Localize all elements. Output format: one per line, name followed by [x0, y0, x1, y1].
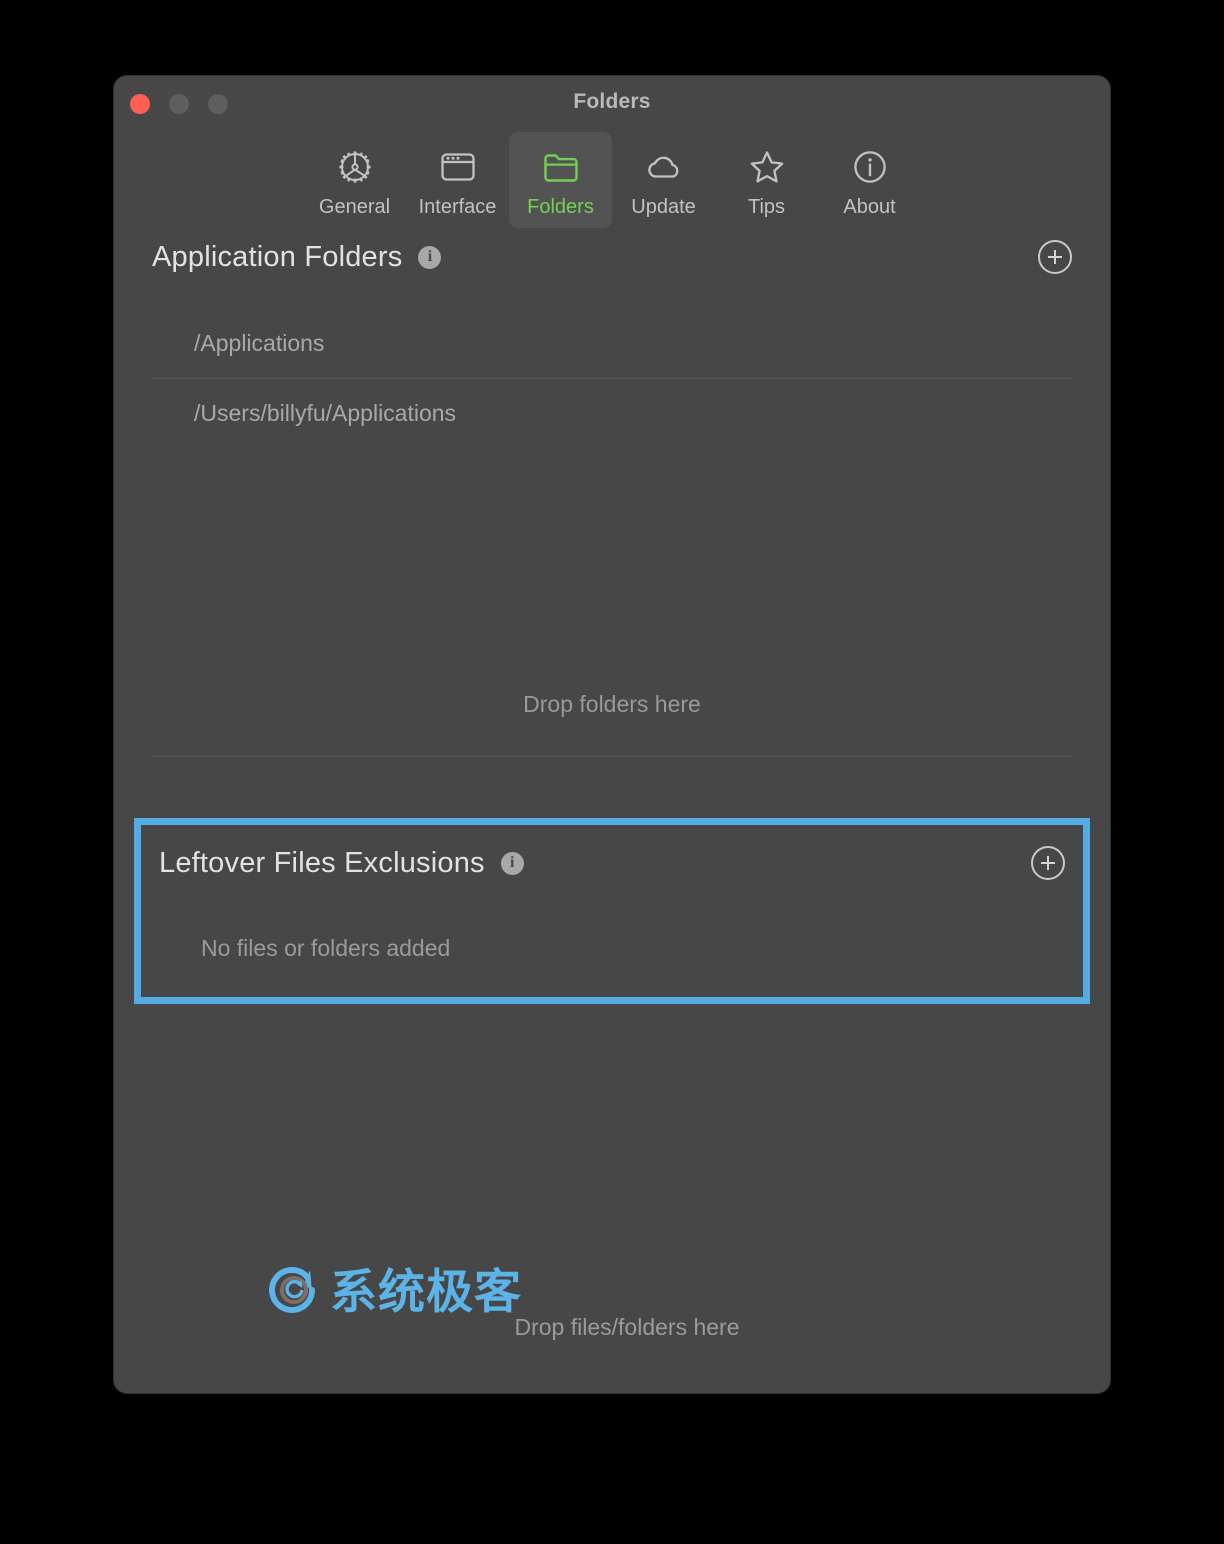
tab-interface[interactable]: Interface: [406, 132, 509, 228]
folder-icon: [540, 146, 582, 188]
tab-update-label: Update: [631, 196, 696, 218]
application-folders-drop-hint: Drop folders here: [523, 691, 701, 717]
application-folders-title: Application Folders: [152, 240, 403, 273]
tab-general-label: General: [318, 196, 391, 218]
window-icon: [437, 146, 479, 188]
preferences-content: Application Folders i /Applications /Use…: [114, 228, 1110, 757]
tab-interface-label: Interface: [418, 196, 497, 218]
window-title: Folders: [573, 90, 651, 113]
cloud-icon: [643, 146, 685, 188]
info-circle-icon: [849, 146, 891, 188]
leftover-exclusions-title: Leftover Files Exclusions: [159, 846, 485, 879]
add-exclusion-button[interactable]: [1031, 846, 1065, 880]
info-icon[interactable]: i: [500, 851, 524, 875]
tab-general[interactable]: General: [303, 132, 406, 228]
leftover-exclusions-inner: Leftover Files Exclusions i No files or …: [141, 825, 1083, 997]
footer-drop-hint: Drop files/folders here: [514, 1314, 740, 1340]
tab-folders-label: Folders: [527, 196, 594, 218]
window-titlebar: Folders: [114, 76, 1110, 130]
tab-tips-label: Tips: [747, 196, 786, 218]
tab-tips[interactable]: Tips: [715, 132, 818, 228]
tab-update[interactable]: Update: [612, 132, 715, 228]
add-application-folder-button[interactable]: [1038, 240, 1072, 274]
tab-folders[interactable]: Folders: [509, 132, 612, 228]
gear-icon: [334, 146, 376, 188]
list-item[interactable]: /Applications: [152, 308, 1072, 378]
leftover-exclusions-header: Leftover Files Exclusions i: [159, 825, 1065, 901]
preferences-window: Folders General Interface Folders Update…: [114, 76, 1110, 1393]
star-icon: [746, 146, 788, 188]
leftover-exclusions-section: Leftover Files Exclusions i No files or …: [134, 818, 1090, 1004]
watermark-text: 系统极客: [330, 1265, 522, 1320]
tab-about-label: About: [843, 196, 896, 218]
application-folders-header: Application Folders i: [152, 228, 1072, 286]
preferences-toolbar: General Interface Folders Update Tips Ab…: [114, 132, 1110, 228]
tab-about[interactable]: About: [818, 132, 921, 228]
section-divider: [152, 756, 1072, 757]
list-item[interactable]: /Users/billyfu/Applications: [152, 378, 1072, 448]
leftover-exclusions-empty-message: No files or folders added: [201, 935, 451, 961]
application-folders-list: /Applications /Users/billyfu/Application…: [152, 308, 1072, 448]
info-icon[interactable]: i: [418, 245, 442, 269]
